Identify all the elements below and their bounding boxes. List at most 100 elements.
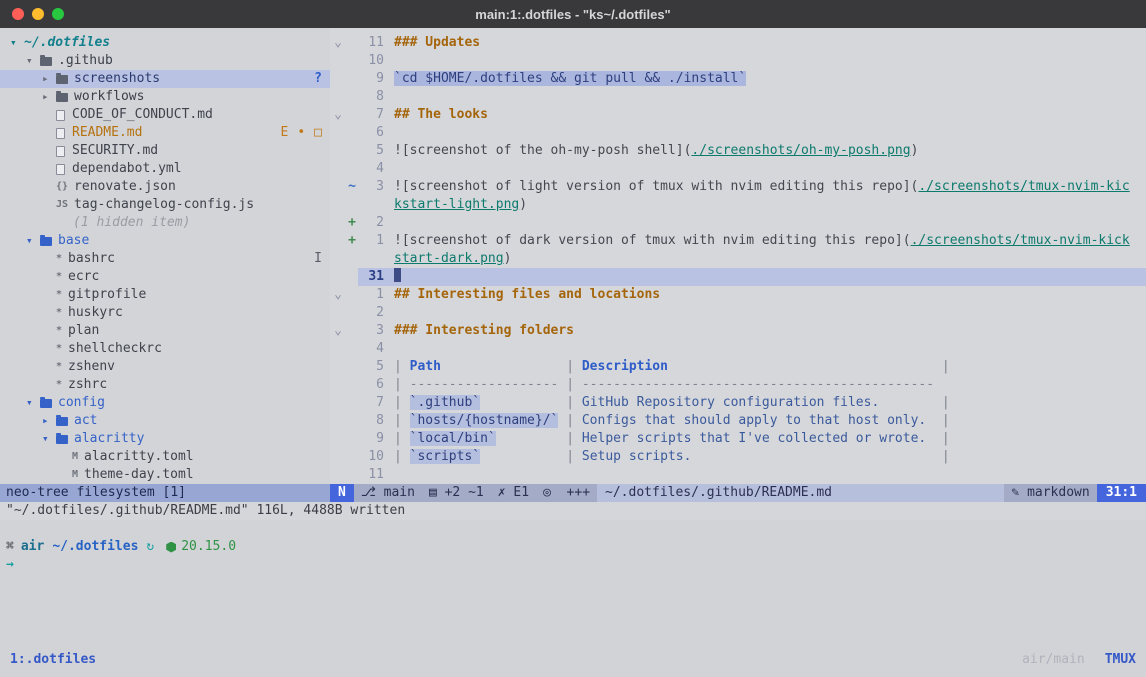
tree-item[interactable]: dependabot.yml (0, 160, 330, 178)
text-segment: kstart-light.png (394, 197, 519, 212)
tree-item[interactable]: SECURITY.md (0, 142, 330, 160)
editor-line[interactable]: +2 (330, 214, 1146, 232)
indent-spacer (42, 304, 56, 322)
chevron-right-icon[interactable]: ▸ (42, 88, 56, 106)
editor-pane[interactable]: ⌄ 11### Updates 10 9`cd $HOME/.dotfiles … (330, 28, 1146, 484)
line-number: 5 (358, 142, 384, 160)
tree-item[interactable]: *gitprofile (0, 286, 330, 304)
editor-line[interactable]: kstart-light.png) (330, 196, 1146, 214)
editor-line[interactable]: ⌄ 1## Interesting files and locations (330, 286, 1146, 304)
editor-line[interactable]: ⌄ 11### Updates (330, 34, 1146, 52)
tree-item[interactable]: ▸workflows (0, 88, 330, 106)
fold-icon[interactable]: ⌄ (330, 286, 346, 304)
chevron-down-icon[interactable]: ▾ (26, 52, 40, 70)
item-markers: I (314, 250, 322, 268)
shell-pane[interactable]: air ~/.dotfiles 20.15.0 → 1:.dotfiles ai… (0, 520, 1146, 677)
chevron-down-icon[interactable]: ▾ (26, 232, 40, 250)
tree-item[interactable]: *plan (0, 322, 330, 340)
editor-line[interactable]: 8| `hosts/{hostname}/` | Configs that sh… (330, 412, 1146, 430)
shell-input-line[interactable]: → (0, 556, 1146, 574)
line-text: ## Interesting files and locations (384, 286, 1146, 304)
tree-item[interactable]: ▾config (0, 394, 330, 412)
editor-line[interactable]: 4 (330, 340, 1146, 358)
editor-line[interactable]: ~3![screenshot of light version of tmux … (330, 178, 1146, 196)
tree-item[interactable]: *bashrcI (0, 250, 330, 268)
fold-icon[interactable]: ⌄ (330, 34, 346, 52)
js-icon: JS (56, 196, 68, 214)
editor-line[interactable]: 6 (330, 124, 1146, 142)
editor-line[interactable]: start-dark.png) (330, 250, 1146, 268)
editor-line[interactable]: 31 (330, 268, 1146, 286)
sign-column (346, 412, 358, 430)
tree-item[interactable]: ▸screenshots? (0, 70, 330, 88)
line-number: 8 (358, 88, 384, 106)
chevron-down-icon[interactable]: ▾ (10, 34, 24, 52)
tree-item[interactable]: Mtheme-day.toml (0, 466, 330, 484)
fold-icon[interactable]: ⌄ (330, 106, 346, 124)
tmux-window-tab[interactable]: 1:.dotfiles (10, 651, 96, 669)
text-segment: | (934, 413, 950, 428)
tree-item[interactable]: ▾.github (0, 52, 330, 70)
editor-line[interactable]: +1![screenshot of dark version of tmux w… (330, 232, 1146, 250)
folder-icon (40, 57, 52, 66)
editor-line[interactable]: 9| `local/bin` | Helper scripts that I'v… (330, 430, 1146, 448)
text-segment: Helper scripts that I've collected or wr… (582, 431, 926, 446)
tree-item[interactable]: ▾base (0, 232, 330, 250)
line-text: `cd $HOME/.dotfiles && git pull && ./ins… (384, 70, 1146, 88)
item-markers: ? (314, 70, 322, 88)
chevron-right-icon[interactable]: ▸ (42, 412, 56, 430)
git-sign: ~ (346, 178, 358, 196)
editor-line[interactable]: 8 (330, 88, 1146, 106)
tree-item-label: SECURITY.md (72, 142, 158, 160)
sign-column (346, 448, 358, 466)
minimize-button[interactable] (32, 8, 44, 20)
editor-line[interactable]: 9`cd $HOME/.dotfiles && git pull && ./in… (330, 70, 1146, 88)
tree-item[interactable]: ▸act (0, 412, 330, 430)
text-segment: | (558, 431, 581, 446)
tree-item[interactable]: *zshrc (0, 376, 330, 394)
tree-item[interactable]: *ecrc (0, 268, 330, 286)
editor-line[interactable]: 7| `.github` | GitHub Repository configu… (330, 394, 1146, 412)
tree-item[interactable]: {}renovate.json (0, 178, 330, 196)
tree-item[interactable]: README.md E•□ (0, 124, 330, 142)
fold-column (330, 214, 346, 232)
chevron-down-icon[interactable]: ▾ (42, 430, 56, 448)
tree-item[interactable]: CODE_OF_CONDUCT.md (0, 106, 330, 124)
tree-item[interactable]: *zshenv (0, 358, 330, 376)
tree-item[interactable]: *huskyrc (0, 304, 330, 322)
editor-line[interactable]: 2 (330, 304, 1146, 322)
editor-line[interactable]: 5![screenshot of the oh-my-posh shell](.… (330, 142, 1146, 160)
tree-item[interactable]: ▾alacritty (0, 430, 330, 448)
fold-column (330, 412, 346, 430)
prompt-host: air (21, 538, 44, 556)
tree-item[interactable]: (1 hidden item) (0, 214, 330, 232)
tmux-statusbar: 1:.dotfiles air/main TMUX (0, 651, 1146, 669)
editor-line[interactable]: 6| ------------------- | ---------------… (330, 376, 1146, 394)
asterisk-icon: * (56, 286, 62, 304)
editor-line[interactable]: 4 (330, 160, 1146, 178)
item-markers: E•□ (281, 124, 322, 142)
neo-tree-statusline: neo-tree filesystem [1] (0, 484, 330, 502)
tree-item[interactable]: *shellcheckrc (0, 340, 330, 358)
editor-line[interactable]: 11 (330, 466, 1146, 484)
chevron-down-icon[interactable]: ▾ (26, 394, 40, 412)
zoom-button[interactable] (52, 8, 64, 20)
editor-line[interactable]: 10 (330, 52, 1146, 70)
tree-item[interactable]: Malacritty.toml (0, 448, 330, 466)
line-number: 7 (358, 106, 384, 124)
fold-icon[interactable]: ⌄ (330, 322, 346, 340)
neo-tree-panel[interactable]: ▾~/.dotfiles▾.github▸screenshots?▸workfl… (0, 28, 330, 484)
indent-spacer (42, 358, 56, 376)
tree-item[interactable]: JStag-changelog-config.js (0, 196, 330, 214)
editor-line[interactable]: 10| `scripts` | Setup scripts. | (330, 448, 1146, 466)
editor-line[interactable]: ⌄ 3### Interesting folders (330, 322, 1146, 340)
tree-item-label: README.md (72, 124, 142, 142)
text-segment: `hosts/{hostname}/` (410, 413, 559, 428)
close-button[interactable] (12, 8, 24, 20)
chevron-right-icon[interactable]: ▸ (42, 70, 56, 88)
tree-item[interactable]: ▾~/.dotfiles (0, 34, 330, 52)
editor-line[interactable]: 5| Path | Description | (330, 358, 1146, 376)
fold-column (330, 304, 346, 322)
editor-line[interactable]: ⌄ 7## The looks (330, 106, 1146, 124)
command-line-message: "~/.dotfiles/.github/README.md" 116L, 44… (0, 502, 1146, 520)
